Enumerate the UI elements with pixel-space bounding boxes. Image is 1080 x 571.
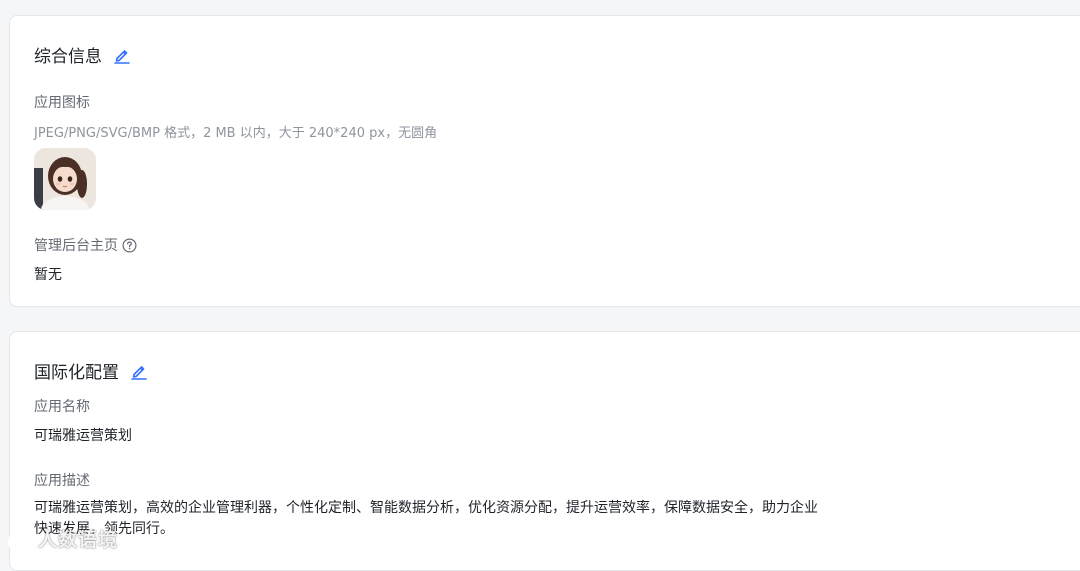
app-name-label: 应用名称 (34, 399, 90, 415)
app-name-value: 可瑞雅运营策划 (34, 428, 132, 444)
edit-i18n-config-button[interactable] (129, 361, 149, 381)
general-info-header: 综合信息 (34, 42, 132, 67)
general-info-card: 综合信息 应用图标 JPEG/PNG/SVG/BMP 格式，2 MB 以内，大于… (9, 15, 1080, 307)
i18n-config-card: 国际化配置 应用名称 可瑞雅运营策划 应用描述 可瑞雅运营策划，高效的企业管理利… (9, 331, 1080, 571)
i18n-config-title: 国际化配置 (34, 363, 119, 383)
edit-icon (131, 365, 147, 380)
app-desc-label: 应用描述 (34, 473, 90, 489)
admin-home-label-row: 管理后台主页 (34, 235, 137, 255)
watermark: 人数语境 (6, 525, 118, 552)
app-icon-hint: JPEG/PNG/SVG/BMP 格式，2 MB 以内，大于 240*240 p… (34, 126, 438, 141)
admin-home-label: 管理后台主页 (34, 238, 118, 254)
edit-general-info-button[interactable] (112, 45, 132, 65)
admin-home-value: 暂无 (34, 267, 62, 283)
avatar-illustration (34, 148, 96, 210)
help-circle-icon[interactable] (122, 237, 137, 253)
i18n-config-header: 国际化配置 (34, 358, 149, 383)
watermark-text: 人数语境 (38, 529, 119, 551)
watermark-logo-icon (8, 528, 28, 547)
app-desc-value: 可瑞雅运营策划，高效的企业管理利器，个性化定制、智能数据分析，优化资源分配，提升… (34, 500, 818, 537)
edit-icon (114, 49, 130, 64)
app-icon-image[interactable] (34, 148, 96, 210)
general-info-title: 综合信息 (34, 47, 102, 67)
app-icon-label: 应用图标 (34, 95, 90, 111)
